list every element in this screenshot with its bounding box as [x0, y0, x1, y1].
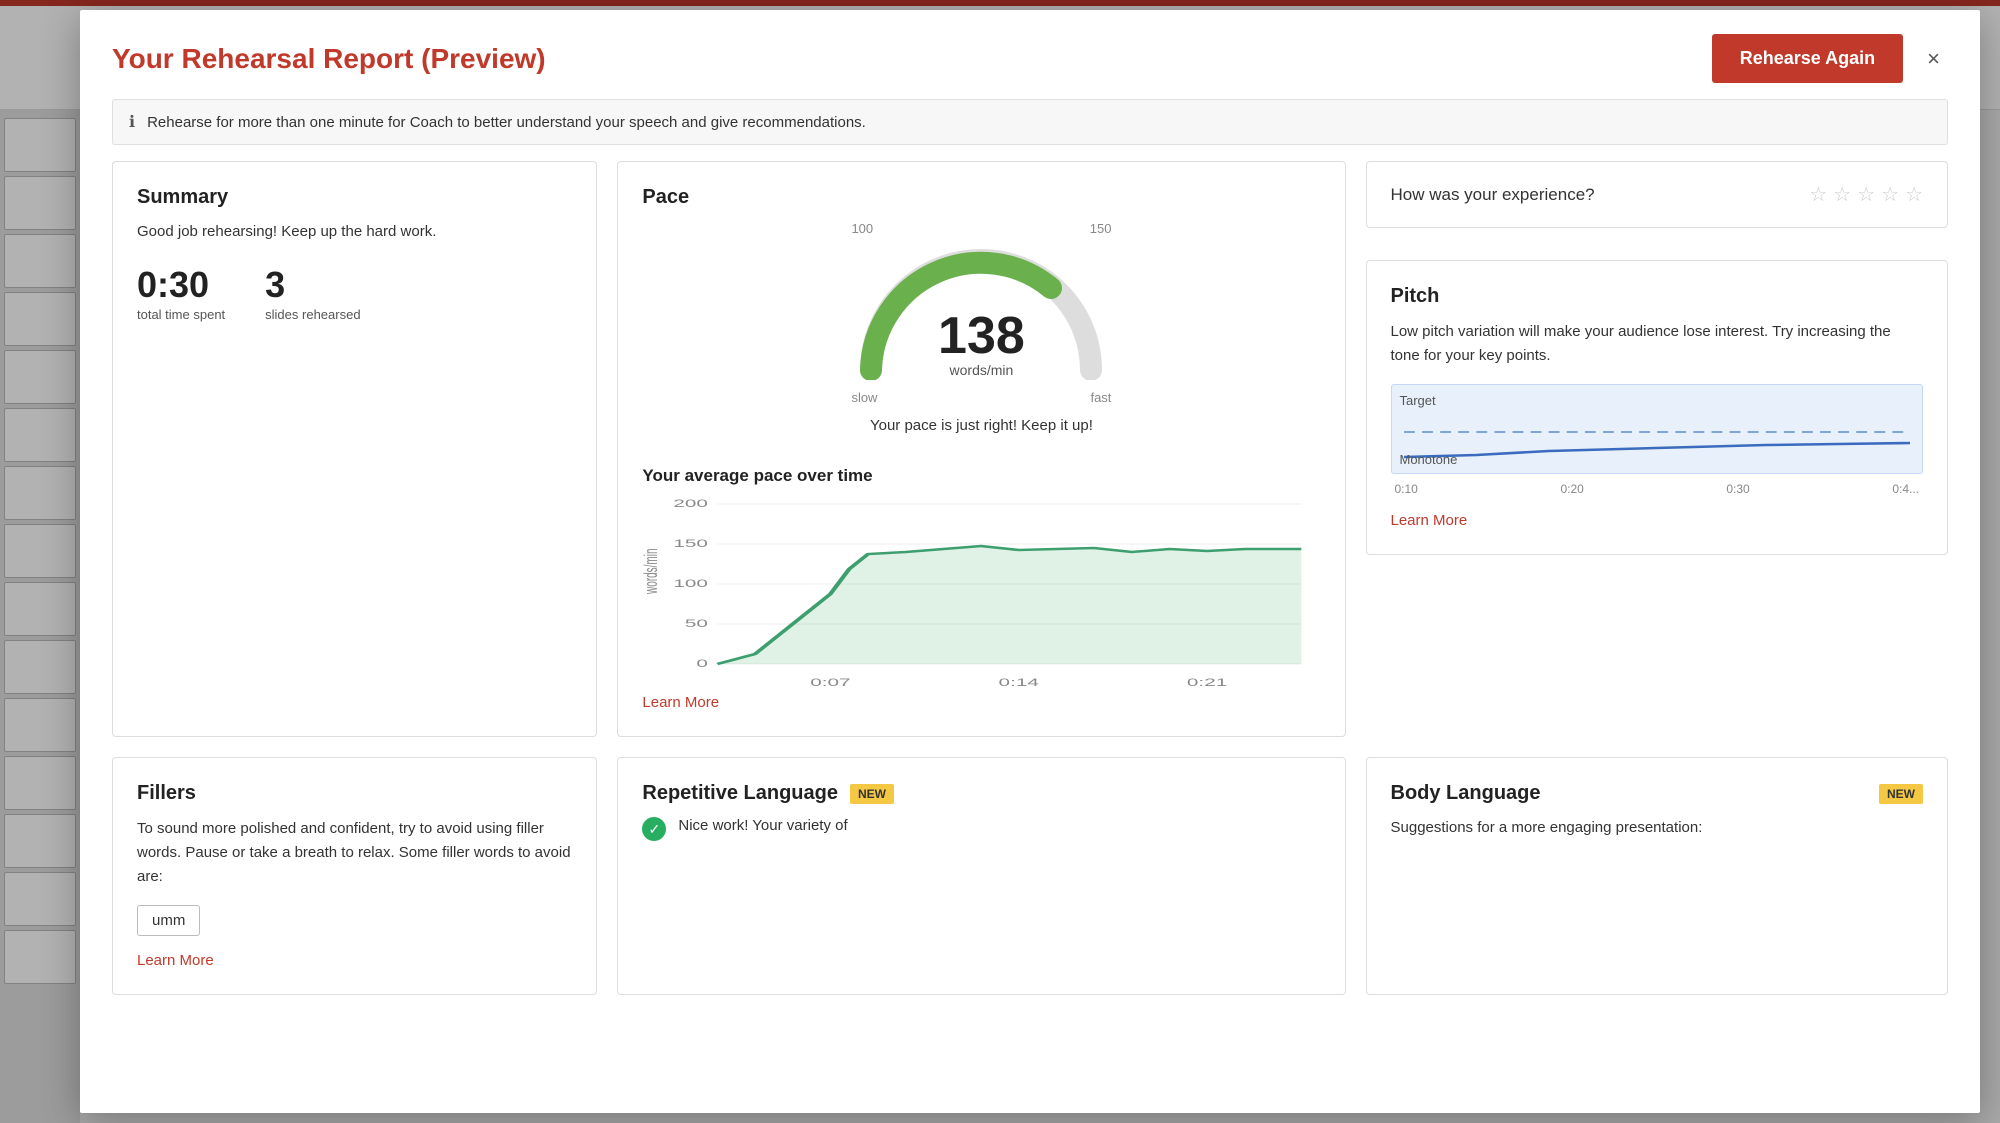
- gauge-number: 138: [938, 310, 1025, 362]
- svg-text:100: 100: [674, 577, 709, 590]
- pace-learn-more-link[interactable]: Learn More: [642, 694, 719, 711]
- time-value: 0:30: [137, 264, 225, 306]
- time-stat: 0:30 total time spent: [137, 264, 225, 324]
- summary-stats: 0:30 total time spent 3 slides rehearsed: [137, 264, 572, 324]
- info-bar: ℹ Rehearse for more than one minute for …: [112, 99, 1948, 145]
- star-2[interactable]: ☆: [1833, 182, 1851, 207]
- star-rating[interactable]: ☆ ☆ ☆ ☆ ☆: [1809, 182, 1923, 207]
- avg-pace-section: Your average pace over time 200: [642, 454, 1320, 712]
- pitch-chart: Target Monotone: [1391, 384, 1924, 474]
- pitch-time-0-10: 0:10: [1395, 482, 1418, 496]
- fillers-learn-more-link[interactable]: Learn More: [137, 952, 214, 969]
- body-lang-new-badge: NEW: [1879, 784, 1923, 804]
- pitch-description: Low pitch variation will make your audie…: [1391, 320, 1924, 368]
- star-3[interactable]: ☆: [1857, 182, 1875, 207]
- modal-body[interactable]: Summary Good job rehearsing! Keep up the…: [80, 161, 1980, 1113]
- bottom-cards-row: Fillers To sound more polished and confi…: [112, 757, 1948, 995]
- repetitive-title: Repetitive Language: [642, 782, 838, 805]
- pace-chart-svg: 200 150 100 50 0 0:07 0:14: [642, 494, 1320, 694]
- pitch-title: Pitch: [1391, 285, 1924, 308]
- pace-gauge-container: 100 150 138 words/min: [642, 221, 1320, 405]
- fillers-title: Fillers: [137, 782, 572, 805]
- info-icon: ℹ: [129, 112, 135, 132]
- modal-header: Your Rehearsal Report (Preview) Rehearse…: [80, 10, 1980, 99]
- info-message: Rehearse for more than one minute for Co…: [147, 114, 866, 131]
- pitch-target-label: Target: [1400, 393, 1436, 408]
- repetitive-text: Nice work! Your variety of: [678, 815, 847, 838]
- slides-stat: 3 slides rehearsed: [265, 264, 360, 324]
- pitch-learn-more-link[interactable]: Learn More: [1391, 512, 1468, 529]
- filler-word-umm: umm: [137, 905, 200, 936]
- fillers-card: Fillers To sound more polished and confi…: [112, 757, 597, 995]
- summary-title: Summary: [137, 186, 572, 209]
- gauge-svg-container: 138 words/min: [851, 240, 1111, 390]
- svg-text:50: 50: [685, 617, 708, 630]
- fillers-description: To sound more polished and confident, tr…: [137, 817, 572, 889]
- body-lang-description: Suggestions for a more engaging presenta…: [1391, 817, 1924, 840]
- gauge-unit: words/min: [950, 362, 1014, 378]
- slides-label: slides rehearsed: [265, 307, 360, 322]
- svg-text:0: 0: [697, 657, 709, 670]
- gauge-value: 138 words/min: [938, 310, 1025, 380]
- svg-text:0:14: 0:14: [999, 676, 1039, 689]
- pitch-card: Pitch Low pitch variation will make your…: [1366, 260, 1949, 555]
- repetitive-item: ✓ Nice work! Your variety of: [642, 815, 1320, 841]
- svg-text:0:21: 0:21: [1187, 676, 1227, 689]
- gauge-fast-label: fast: [1090, 390, 1111, 405]
- body-language-card: Body Language NEW Suggestions for a more…: [1366, 757, 1949, 995]
- pace-card: Pace 100 150: [617, 161, 1345, 737]
- repetitive-new-badge: NEW: [850, 784, 894, 804]
- svg-text:200: 200: [674, 497, 709, 510]
- pitch-time-0-4x: 0:4...: [1892, 482, 1919, 496]
- star-1[interactable]: ☆: [1809, 182, 1827, 207]
- gauge-footer: slow fast: [851, 390, 1111, 405]
- star-4[interactable]: ☆: [1881, 182, 1899, 207]
- gauge-label-100: 100: [851, 221, 873, 236]
- summary-description: Good job rehearsing! Keep up the hard wo…: [137, 221, 572, 244]
- rating-question: How was your experience?: [1391, 185, 1794, 205]
- close-button[interactable]: ×: [1919, 42, 1948, 76]
- star-5[interactable]: ☆: [1905, 182, 1923, 207]
- summary-card: Summary Good job rehearsing! Keep up the…: [112, 161, 597, 737]
- top-cards-row: Summary Good job rehearsing! Keep up the…: [112, 161, 1948, 737]
- gauge-label-150: 150: [1090, 221, 1112, 236]
- pitch-time-labels: 0:10 0:20 0:30 0:4...: [1391, 482, 1924, 496]
- repetitive-card: Repetitive Language NEW ✓ Nice work! You…: [617, 757, 1345, 995]
- rehearsal-report-modal: Your Rehearsal Report (Preview) Rehearse…: [80, 10, 1980, 1113]
- gauge-slow-label: slow: [851, 390, 877, 405]
- check-icon: ✓: [642, 817, 666, 841]
- repetitive-title-row: Repetitive Language NEW: [642, 782, 1320, 805]
- gauge-range-labels: 100 150: [851, 221, 1111, 236]
- avg-pace-title: Your average pace over time: [642, 466, 1320, 486]
- pace-title: Pace: [642, 186, 1320, 209]
- slides-value: 3: [265, 264, 360, 306]
- pitch-chart-svg: [1404, 417, 1911, 477]
- svg-text:150: 150: [674, 537, 709, 550]
- time-label: total time spent: [137, 307, 225, 322]
- svg-text:0:07: 0:07: [811, 676, 851, 689]
- rehearse-again-button[interactable]: Rehearse Again: [1712, 34, 1903, 83]
- pitch-time-0-30: 0:30: [1726, 482, 1749, 496]
- header-right: Rehearse Again ×: [1712, 34, 1948, 83]
- pace-message: Your pace is just right! Keep it up!: [642, 417, 1320, 434]
- modal-title: Your Rehearsal Report (Preview): [112, 43, 546, 75]
- pitch-monotone-label: Monotone: [1400, 452, 1458, 467]
- pitch-time-0-20: 0:20: [1560, 482, 1583, 496]
- body-lang-title: Body Language: [1391, 782, 1541, 805]
- body-lang-title-row: Body Language NEW: [1391, 782, 1924, 805]
- pace-chart-container: 200 150 100 50 0 0:07 0:14: [642, 494, 1320, 694]
- svg-text:words/min: words/min: [642, 548, 662, 594]
- rating-section: How was your experience? ☆ ☆ ☆ ☆ ☆: [1366, 161, 1949, 228]
- right-column: How was your experience? ☆ ☆ ☆ ☆ ☆ Pitch…: [1366, 161, 1949, 737]
